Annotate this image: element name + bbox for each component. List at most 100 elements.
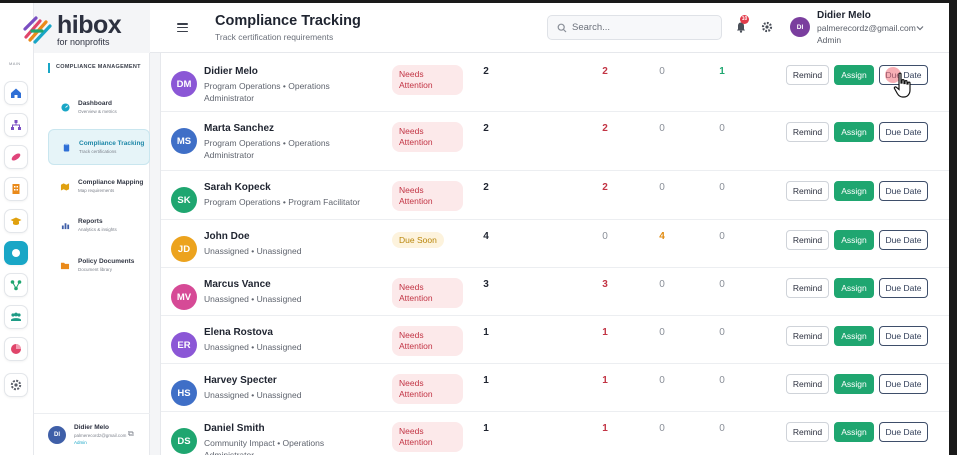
home-icon bbox=[11, 88, 21, 98]
subnav-item-reports[interactable]: Reports Analytics & insights bbox=[48, 207, 150, 243]
total-count: 3 bbox=[483, 279, 489, 290]
icon-rail: MAIN bbox=[0, 3, 34, 455]
status-badge: Needs Attention bbox=[392, 122, 463, 152]
sidebar-user-role: Admin bbox=[74, 440, 87, 445]
rail-network-button[interactable] bbox=[4, 273, 28, 297]
sidebar-user-card[interactable]: DI Didier Melo palmerecordz@gmail.com Ad… bbox=[34, 413, 150, 455]
overdue-count: 1 bbox=[602, 327, 608, 338]
due-date-button[interactable]: Due Date bbox=[879, 278, 928, 298]
rail-org-button[interactable] bbox=[4, 113, 28, 137]
remind-button[interactable]: Remind bbox=[786, 181, 829, 201]
remind-button[interactable]: Remind bbox=[786, 278, 829, 298]
completed-count: 0 bbox=[719, 182, 725, 193]
due-soon-count: 0 bbox=[659, 123, 665, 134]
due-date-button[interactable]: Due Date bbox=[879, 122, 928, 142]
remind-button[interactable]: Remind bbox=[786, 374, 829, 394]
external-link-icon[interactable]: ⧉ bbox=[128, 429, 134, 439]
status-badge: Needs Attention bbox=[392, 181, 463, 211]
total-count: 4 bbox=[483, 231, 489, 242]
due-date-button[interactable]: Due Date bbox=[879, 181, 928, 201]
top-header: Compliance Tracking Track certification … bbox=[150, 3, 949, 53]
table-row: HS Harvey Specter Unassigned • Unassigne… bbox=[161, 364, 949, 412]
total-count: 2 bbox=[483, 182, 489, 193]
rail-people-button[interactable] bbox=[4, 305, 28, 329]
rail-education-button[interactable] bbox=[4, 209, 28, 233]
member-name: Marta Sanchez bbox=[204, 123, 275, 134]
rail-building-button[interactable] bbox=[4, 177, 28, 201]
search-input[interactable]: Search... bbox=[547, 15, 722, 40]
status-badge: Needs Attention bbox=[392, 278, 463, 308]
subnav-item-compliance-mapping[interactable]: Compliance Mapping Map requirements bbox=[48, 168, 150, 204]
table-row: JD John Doe Unassigned • Unassigned Due … bbox=[161, 220, 949, 268]
assign-button[interactable]: Assign bbox=[834, 422, 874, 442]
gear-icon[interactable] bbox=[761, 21, 773, 33]
rail-settings-button[interactable] bbox=[4, 373, 28, 397]
avatar: MV bbox=[171, 284, 197, 310]
member-role: Community Impact • Operations Administra… bbox=[204, 438, 325, 455]
table-row: ER Elena Rostova Unassigned • Unassigned… bbox=[161, 316, 949, 364]
total-count: 1 bbox=[483, 327, 489, 338]
assign-button[interactable]: Assign bbox=[834, 230, 874, 250]
brand-logo[interactable]: hibox for nonprofits bbox=[22, 10, 147, 47]
avatar[interactable]: DI bbox=[790, 17, 810, 37]
remind-button[interactable]: Remind bbox=[786, 230, 829, 250]
due-soon-count: 0 bbox=[659, 423, 665, 434]
overdue-count: 2 bbox=[602, 123, 608, 134]
subnav-item-policy-documents[interactable]: Policy Documents Document library bbox=[48, 247, 150, 283]
clipboard-icon bbox=[61, 142, 71, 152]
folder-icon bbox=[60, 260, 70, 270]
avatar: DM bbox=[171, 71, 197, 97]
building-icon bbox=[12, 184, 20, 194]
avatar: SK bbox=[171, 187, 197, 213]
status-badge: Needs Attention bbox=[392, 326, 463, 356]
logo-mark-icon bbox=[22, 15, 54, 45]
table-row: DS Daniel Smith Community Impact • Opera… bbox=[161, 412, 949, 455]
assign-button[interactable]: Assign bbox=[834, 374, 874, 394]
overdue-count: 2 bbox=[602, 182, 608, 193]
completed-count: 0 bbox=[719, 279, 725, 290]
assign-button[interactable]: Assign bbox=[834, 65, 874, 85]
logo-wordmark: hibox bbox=[57, 10, 122, 39]
chevron-down-icon[interactable] bbox=[916, 24, 924, 32]
rail-analytics-button[interactable] bbox=[4, 337, 28, 361]
due-date-button[interactable]: Due Date bbox=[879, 374, 928, 394]
app-window: MAIN hibox for nonprofits COMPLIANCE MAN… bbox=[0, 3, 949, 455]
table-row: MV Marcus Vance Unassigned • Unassigned … bbox=[161, 268, 949, 316]
overdue-count: 0 bbox=[602, 231, 608, 242]
due-date-button[interactable]: Due Date bbox=[879, 422, 928, 442]
member-role: Unassigned • Unassigned bbox=[204, 294, 302, 304]
bar-chart-icon bbox=[60, 220, 70, 230]
compliance-table: DM Didier Melo Program Operations • Oper… bbox=[160, 53, 949, 455]
due-date-button[interactable]: Due Date bbox=[879, 326, 928, 346]
sidebar-user-name: Didier Melo bbox=[74, 424, 110, 431]
table-row: DM Didier Melo Program Operations • Oper… bbox=[161, 53, 949, 112]
section-sidebar: COMPLIANCE MANAGEMENT Dashboard Overview … bbox=[34, 53, 150, 455]
status-badge: Needs Attention bbox=[392, 374, 463, 404]
assign-button[interactable]: Assign bbox=[834, 181, 874, 201]
assign-button[interactable]: Assign bbox=[834, 122, 874, 142]
subnav-item-compliance-tracking[interactable]: Compliance Tracking Track certifications bbox=[48, 129, 150, 165]
total-count: 2 bbox=[483, 123, 489, 134]
subnav-item-dashboard[interactable]: Dashboard Overview & metrics bbox=[48, 89, 150, 125]
member-name: Harvey Specter bbox=[204, 375, 277, 386]
rail-campaign-button[interactable] bbox=[4, 145, 28, 169]
due-soon-count: 0 bbox=[659, 279, 665, 290]
rail-home-button[interactable] bbox=[4, 81, 28, 105]
assign-button[interactable]: Assign bbox=[834, 278, 874, 298]
notification-badge: 10 bbox=[740, 15, 749, 24]
total-count: 1 bbox=[483, 375, 489, 386]
assign-button[interactable]: Assign bbox=[834, 326, 874, 346]
due-date-button[interactable]: Due Date bbox=[879, 230, 928, 250]
remind-button[interactable]: Remind bbox=[786, 422, 829, 442]
rail-compliance-button[interactable] bbox=[4, 241, 28, 265]
remind-button[interactable]: Remind bbox=[786, 326, 829, 346]
menu-toggle-icon[interactable] bbox=[177, 23, 188, 33]
completed-count: 0 bbox=[719, 375, 725, 386]
avatar: ER bbox=[171, 332, 197, 358]
member-role: Unassigned • Unassigned bbox=[204, 246, 302, 256]
member-name: Marcus Vance bbox=[204, 279, 271, 290]
remind-button[interactable]: Remind bbox=[786, 122, 829, 142]
remind-button[interactable]: Remind bbox=[786, 65, 829, 85]
status-badge: Needs Attention bbox=[392, 422, 463, 452]
member-name: Daniel Smith bbox=[204, 423, 265, 434]
